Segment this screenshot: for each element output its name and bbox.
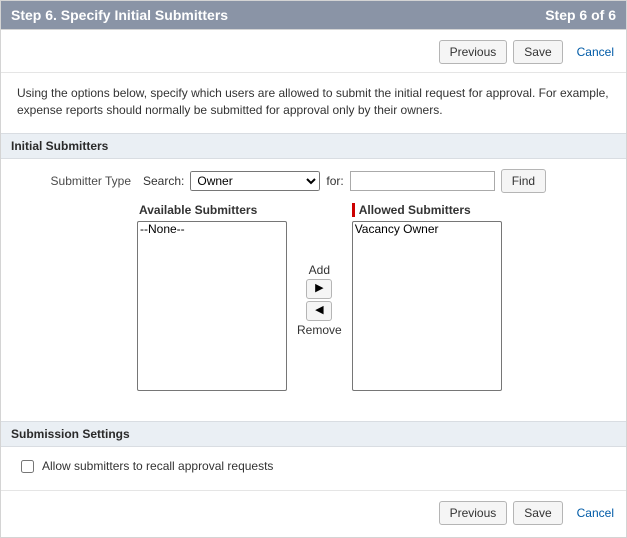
submitter-type-row: Submitter Type Search: Owner for: Find	[17, 169, 610, 193]
wizard-header: Step 6. Specify Initial Submitters Step …	[1, 1, 626, 30]
step-indicator: Step 6 of 6	[545, 7, 616, 23]
arrow-left-icon: ◀	[315, 305, 323, 316]
recall-checkbox[interactable]	[21, 460, 34, 473]
search-type-select[interactable]: Owner	[190, 171, 320, 191]
wizard-title: Step 6. Specify Initial Submitters	[11, 7, 228, 23]
allowed-title: Allowed Submitters	[352, 203, 502, 217]
allowed-listbox[interactable]: Vacancy Owner	[352, 221, 502, 391]
top-action-bar: Previous Save Cancel	[1, 30, 626, 73]
description-text: Using the options below, specify which u…	[1, 73, 626, 133]
for-label: for:	[326, 174, 343, 188]
save-button-bottom[interactable]: Save	[513, 501, 562, 525]
available-column: Available Submitters --None--	[137, 203, 287, 391]
add-label: Add	[309, 263, 330, 277]
cancel-link-bottom[interactable]: Cancel	[577, 506, 614, 520]
search-for-input[interactable]	[350, 171, 495, 191]
arrow-right-icon: ▶	[315, 283, 323, 294]
allowed-option-0[interactable]: Vacancy Owner	[353, 222, 501, 237]
available-option-none[interactable]: --None--	[138, 222, 286, 237]
initial-submitters-header: Initial Submitters	[1, 133, 626, 159]
remove-label: Remove	[297, 323, 342, 337]
add-button[interactable]: ▶	[306, 279, 332, 299]
search-label: Search:	[143, 174, 184, 188]
bottom-action-bar: Previous Save Cancel	[1, 490, 626, 537]
mover-controls: Add ▶ ◀ Remove	[297, 203, 342, 337]
allowed-column: Allowed Submitters Vacancy Owner	[352, 203, 502, 391]
previous-button-top[interactable]: Previous	[439, 40, 508, 64]
dual-listbox: Available Submitters --None-- Add ▶ ◀ Re…	[17, 203, 610, 391]
wizard-container: Step 6. Specify Initial Submitters Step …	[0, 0, 627, 538]
cancel-link-top[interactable]: Cancel	[577, 45, 614, 59]
save-button-top[interactable]: Save	[513, 40, 562, 64]
remove-button[interactable]: ◀	[306, 301, 332, 321]
submission-settings-header: Submission Settings	[1, 421, 626, 447]
submission-settings-body: Allow submitters to recall approval requ…	[1, 447, 626, 490]
recall-checkbox-label: Allow submitters to recall approval requ…	[42, 459, 273, 473]
find-button[interactable]: Find	[501, 169, 546, 193]
submitter-type-label: Submitter Type	[17, 174, 137, 188]
previous-button-bottom[interactable]: Previous	[439, 501, 508, 525]
available-title: Available Submitters	[137, 203, 287, 217]
initial-submitters-body: Submitter Type Search: Owner for: Find A…	[1, 159, 626, 421]
available-listbox[interactable]: --None--	[137, 221, 287, 391]
